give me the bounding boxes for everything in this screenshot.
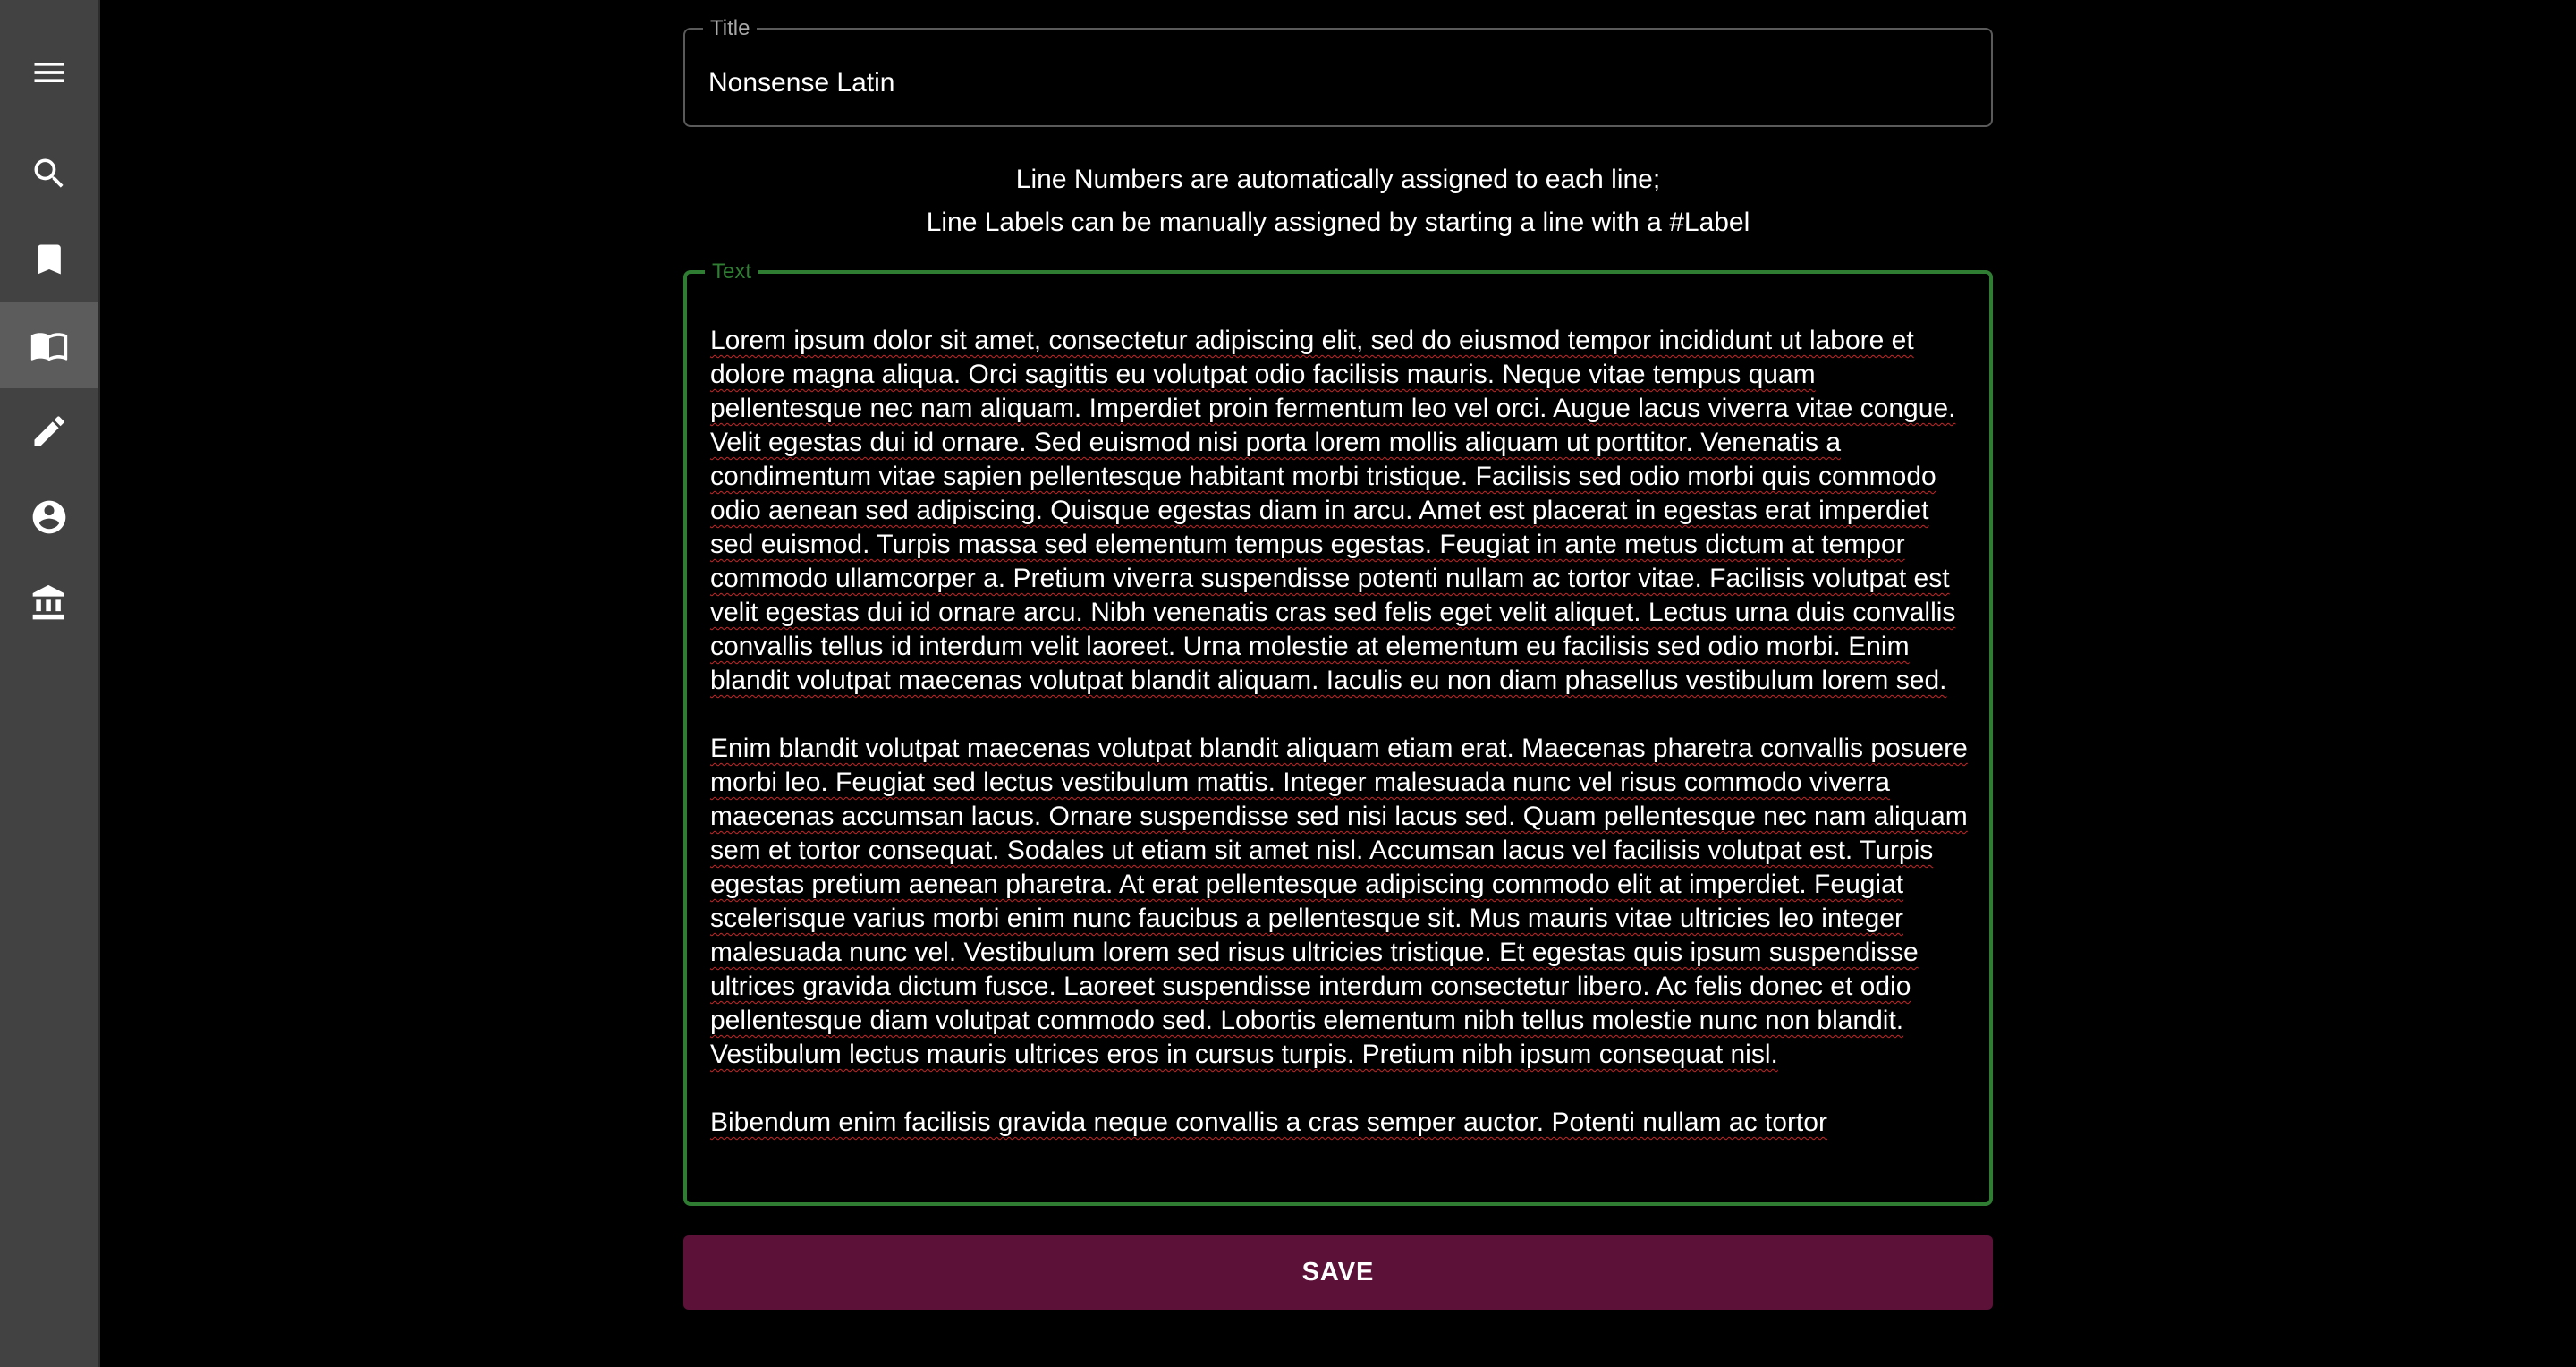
save-button[interactable]: SAVE: [683, 1235, 1993, 1310]
text-paragraph: Bibendum enim facilisis gravida neque co…: [710, 1108, 1827, 1137]
sidebar-item-bookmarks[interactable]: [0, 217, 98, 302]
institution-icon: [32, 584, 64, 620]
sidebar-item-search[interactable]: [0, 131, 98, 217]
text-label: Text: [712, 259, 752, 284]
sidebar-item-edit[interactable]: [0, 388, 98, 474]
bookmark-icon: [38, 244, 61, 275]
sidebar: [0, 0, 100, 1367]
title-input[interactable]: [708, 68, 1961, 98]
text-paragraph: Lorem ipsum dolor sit amet, consectetur …: [710, 326, 1956, 695]
title-field: Title: [683, 18, 1993, 127]
text-field: Text Lorem ipsum dolor sit amet, consect…: [683, 261, 1993, 1206]
title-label: Title: [710, 16, 750, 40]
pencil-icon: [34, 416, 64, 446]
account-icon: [32, 500, 66, 534]
sidebar-item-account[interactable]: [0, 474, 98, 560]
book-icon: [30, 333, 68, 361]
line-numbers-hint: Line Numbers are automatically assigned …: [1015, 165, 1661, 194]
menu-button[interactable]: [0, 30, 98, 115]
menu-icon: [34, 63, 64, 82]
search-icon: [34, 158, 64, 188]
text-paragraph: Enim blandit volutpat maecenas volutpat …: [710, 734, 1968, 1069]
sidebar-item-read[interactable]: [0, 302, 98, 388]
line-labels-hint: Line Labels can be manually assigned by …: [926, 208, 1750, 237]
text-textarea[interactable]: Lorem ipsum dolor sit amet, consectetur …: [710, 324, 1971, 1183]
sidebar-item-institution[interactable]: [0, 560, 98, 646]
